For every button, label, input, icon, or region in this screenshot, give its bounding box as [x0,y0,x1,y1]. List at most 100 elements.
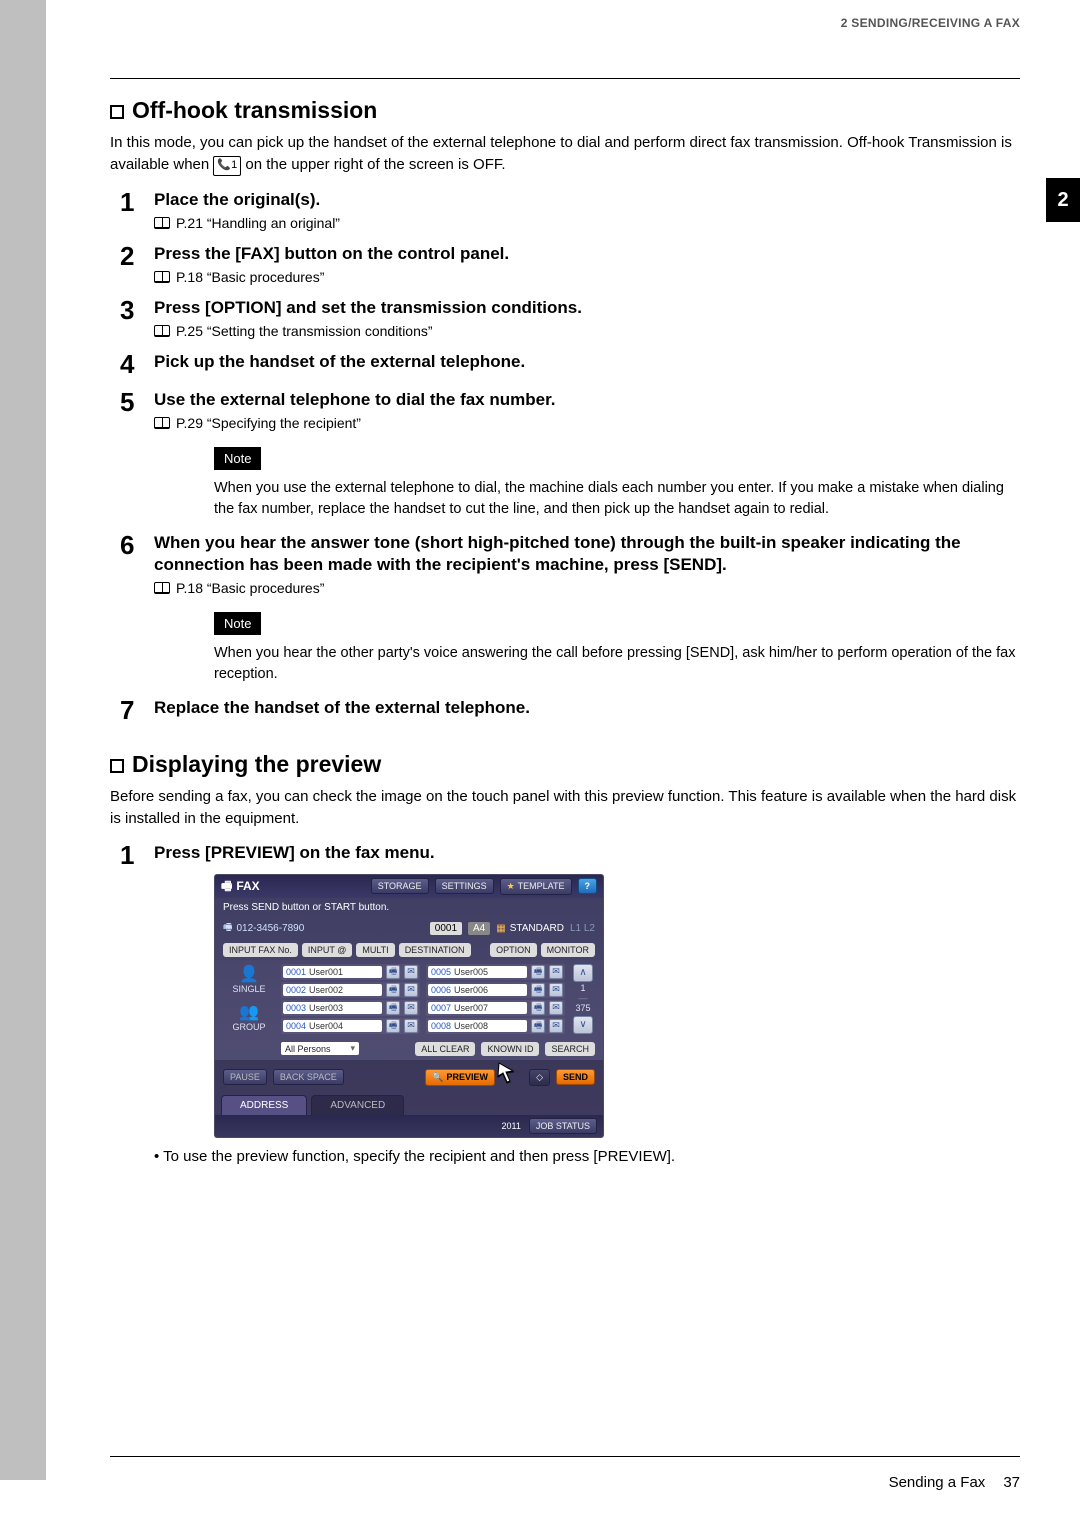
tab-multi[interactable]: MULTI [356,943,394,957]
tab-advanced[interactable]: ADVANCED [311,1095,404,1115]
step-number: 2 [120,243,154,269]
mail-icon[interactable]: ✉ [549,965,563,979]
tab-input-fax-no[interactable]: INPUT FAX No. [223,943,298,957]
left-margin-bar [0,0,46,1480]
entry-name: User002 [309,985,343,995]
fax-info-row: 🖷012-3456-7890 0001 A4 ▦STANDARD L1 L2 [215,917,603,940]
section-offhook-title: Off-hook transmission [110,97,1020,124]
step-number: 5 [120,389,154,415]
preview-steps: 1 Press [PREVIEW] on the fax menu. 🖷FAX … [120,842,1020,1165]
note-text: When you use the external telephone to d… [214,478,1020,520]
backspace-button[interactable]: BACK SPACE [273,1069,344,1085]
status-date: 2011 [501,1121,520,1131]
crossref-text: P.18 “Basic procedures” [176,580,324,596]
fax-icon[interactable]: 🖷 [386,1001,400,1015]
tab-option[interactable]: OPTION [490,943,537,957]
fax-titlebar: 🖷FAX STORAGE SETTINGS ★TEMPLATE ? [215,875,603,898]
step-title: When you hear the answer tone (short hig… [154,532,1020,576]
settings-button[interactable]: SETTINGS [435,878,494,894]
fax-number-text: 012-3456-7890 [236,923,304,934]
address-entry[interactable]: 0007User007 🖷 ✉ [426,1000,565,1016]
scroll-down-button[interactable]: ∨ [573,1016,593,1034]
fax-icon[interactable]: 🖷 [386,1019,400,1033]
crossref: P.25 “Setting the transmission condition… [154,323,1020,339]
address-entry[interactable]: 0006User006🖷✉ [426,982,565,998]
address-entry[interactable]: 0008User008🖷✉ [426,1018,565,1034]
job-status-button[interactable]: JOB STATUS [529,1118,597,1134]
page-header: 2 SENDING/RECEIVING A FAX [841,16,1020,30]
entry-name: User001 [309,967,343,977]
section-offhook-title-text: Off-hook transmission [132,97,377,123]
book-icon [154,582,170,594]
standard-text: STANDARD [510,923,564,934]
address-entry[interactable]: 0005User005🖷✉ [426,964,565,980]
mode-single[interactable]: 👤SINGLE [232,964,265,994]
page-indicator: 1—375 [575,984,590,1014]
diamond-button[interactable]: ◇ [529,1069,550,1086]
mode-group[interactable]: 👥GROUP [232,1002,265,1032]
scroll-up-button[interactable]: ∧ [573,964,593,982]
bottom-tabs: ADDRESS ADVANCED [215,1095,603,1115]
entry-id: 0008 [431,1021,451,1031]
step-4: 4 Pick up the handset of the external te… [120,351,1020,377]
mail-icon[interactable]: ✉ [549,983,563,997]
help-button[interactable]: ? [578,878,598,894]
mail-icon[interactable]: ✉ [549,1001,563,1015]
address-entry[interactable]: 0002User002 🖷 ✉ [281,982,420,998]
entry-id: 0002 [286,985,306,995]
fax-icon[interactable]: 🖷 [531,983,545,997]
crossref-text: P.25 “Setting the transmission condition… [176,323,433,339]
step-5: 5 Use the external telephone to dial the… [120,389,1020,520]
address-entry[interactable]: 0001User001🖷✉ [281,964,420,980]
fax-number: 🖷012-3456-7890 [223,920,304,937]
preview-step-1: 1 Press [PREVIEW] on the fax menu. 🖷FAX … [120,842,1020,1165]
fax-address-body: 👤SINGLE 👥GROUP 0001User001🖷✉ 0005User005… [215,960,603,1038]
mail-icon[interactable]: ✉ [549,1019,563,1033]
step-number: 3 [120,297,154,323]
tab-address[interactable]: ADDRESS [221,1095,307,1115]
address-entry[interactable]: 0003User003🖷✉ [281,1000,420,1016]
known-id-button[interactable]: KNOWN ID [481,1042,539,1056]
step-3: 3 Press [OPTION] and set the transmissio… [120,297,1020,339]
grid-icon: ▦ [496,923,505,934]
top-rule [110,78,1020,79]
fax-icon[interactable]: 🖷 [531,1019,545,1033]
preview-button[interactable]: 🔍PREVIEW [425,1069,495,1086]
note-text: When you hear the other party's voice an… [214,643,1020,685]
scroll-column: ∧ 1—375 ∨ [571,964,595,1034]
fax-icon[interactable]: 🖷 [386,983,400,997]
fax-icon[interactable]: 🖷 [386,965,400,979]
mode-column: 👤SINGLE 👥GROUP [223,964,275,1034]
fax-title-text: FAX [236,879,259,895]
step-title: Press the [FAX] button on the control pa… [154,243,1020,265]
persons-dropdown[interactable]: All Persons [281,1042,359,1055]
fax-instruction: Press SEND button or START button. [215,898,603,917]
crossref: P.29 “Specifying the recipient” [154,415,1020,431]
search-button[interactable]: SEARCH [545,1042,595,1056]
mail-icon[interactable]: ✉ [404,1019,418,1033]
fax-icon[interactable]: 🖷 [531,965,545,979]
tab-monitor[interactable]: MONITOR [541,943,595,957]
mail-icon[interactable]: ✉ [404,965,418,979]
mail-icon[interactable]: ✉ [404,1001,418,1015]
fax-icon[interactable]: 🖷 [531,1001,545,1015]
offhook-steps: 1 Place the original(s). P.21 “Handling … [120,189,1020,724]
address-entry[interactable]: 0004User004🖷✉ [281,1018,420,1034]
tab-input-at[interactable]: INPUT @ [302,943,352,957]
book-icon [154,217,170,229]
step-1: 1 Place the original(s). P.21 “Handling … [120,189,1020,231]
template-button[interactable]: ★TEMPLATE [500,878,572,895]
entry-name: User007 [454,1003,488,1013]
fax-statusbar: 2011 JOB STATUS [215,1115,603,1137]
entry-id: 0006 [431,985,451,995]
tab-destination[interactable]: DESTINATION [399,943,471,957]
send-button[interactable]: SEND [556,1069,595,1085]
preview-bullet: To use the preview function, specify the… [154,1148,1020,1165]
mail-icon[interactable]: ✉ [404,983,418,997]
section-preview-title: Displaying the preview [110,751,1020,778]
printer-icon: 🖷 [221,879,232,895]
storage-button[interactable]: STORAGE [371,878,429,894]
pause-button[interactable]: PAUSE [223,1069,267,1085]
all-clear-button[interactable]: ALL CLEAR [415,1042,475,1056]
entry-id: 0007 [431,1003,451,1013]
